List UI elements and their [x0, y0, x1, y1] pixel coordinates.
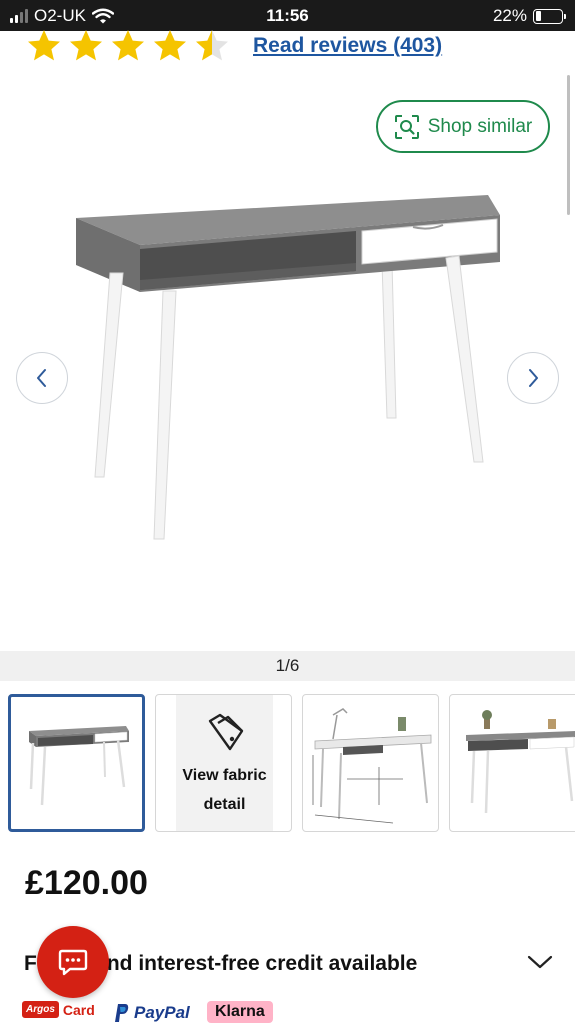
thumbnail-desk-grey: [29, 726, 129, 806]
page-scrollbar[interactable]: [567, 75, 572, 225]
star-icon: [70, 30, 102, 61]
read-reviews-link[interactable]: Read reviews (403): [253, 34, 442, 58]
argos-card-label: Card: [62, 1001, 95, 1018]
chevron-left-icon: [37, 369, 46, 387]
chevron-right-icon: [529, 369, 538, 387]
battery-icon: [533, 8, 566, 24]
chat-button[interactable]: [37, 926, 109, 998]
image-counter-text: 1/6: [275, 656, 300, 675]
gallery-prev-button[interactable]: [16, 352, 68, 404]
chat-icon: [58, 949, 88, 976]
product-image-desk: [76, 195, 500, 540]
argos-logo: Argos: [22, 1001, 59, 1018]
status-bar: O2-UK 11:56 22%: [0, 0, 575, 31]
battery-fill: [535, 11, 541, 21]
gallery-next-button[interactable]: [507, 352, 559, 404]
fabric-detail-line1: View fabric: [182, 767, 267, 784]
thumbnail-4[interactable]: [449, 694, 575, 832]
paypal-icon: [115, 1004, 129, 1022]
paypal-logo: PayPal: [114, 1003, 190, 1023]
product-price: £120.00: [25, 864, 148, 902]
thumbnail-fabric-detail[interactable]: View fabric detail: [155, 694, 292, 832]
status-right: 22%: [492, 6, 566, 26]
image-counter: 1/6: [0, 651, 575, 681]
fabric-swatch-icon: [208, 713, 243, 751]
page-scrollbar-thumb[interactable]: [567, 75, 570, 215]
fabric-detail-label: View fabric detail: [182, 761, 266, 819]
star-icon: [112, 30, 144, 61]
thumbnail-3[interactable]: [302, 694, 439, 832]
thumbnail-desk-dimensions: [312, 708, 432, 824]
klarna-logo: Klarna: [207, 1001, 273, 1023]
chevron-down-icon[interactable]: [526, 952, 554, 972]
fabric-detail-panel: View fabric detail: [176, 695, 273, 831]
shop-similar-label: Shop similar: [427, 115, 533, 137]
thumbnail-desk-styled: [466, 710, 575, 814]
status-time: 11:56: [266, 6, 309, 25]
rating-stars: [26, 28, 230, 62]
visual-search-icon: [394, 114, 419, 139]
star-icon: [28, 30, 60, 61]
payment-options: Argos Card PayPal Klarna: [22, 1001, 575, 1024]
battery-percent: 22%: [492, 6, 527, 25]
paypal-label: PayPal: [134, 1003, 190, 1022]
star-icon: [196, 30, 228, 61]
fabric-detail-line2: detail: [203, 796, 246, 813]
star-icon: [154, 30, 186, 61]
shop-similar-button[interactable]: Shop similar: [376, 100, 550, 153]
thumbnail-1[interactable]: [8, 694, 145, 832]
thumbnail-strip: View fabric detail: [8, 694, 575, 832]
argos-card-logo: Argos Card: [22, 1001, 95, 1018]
